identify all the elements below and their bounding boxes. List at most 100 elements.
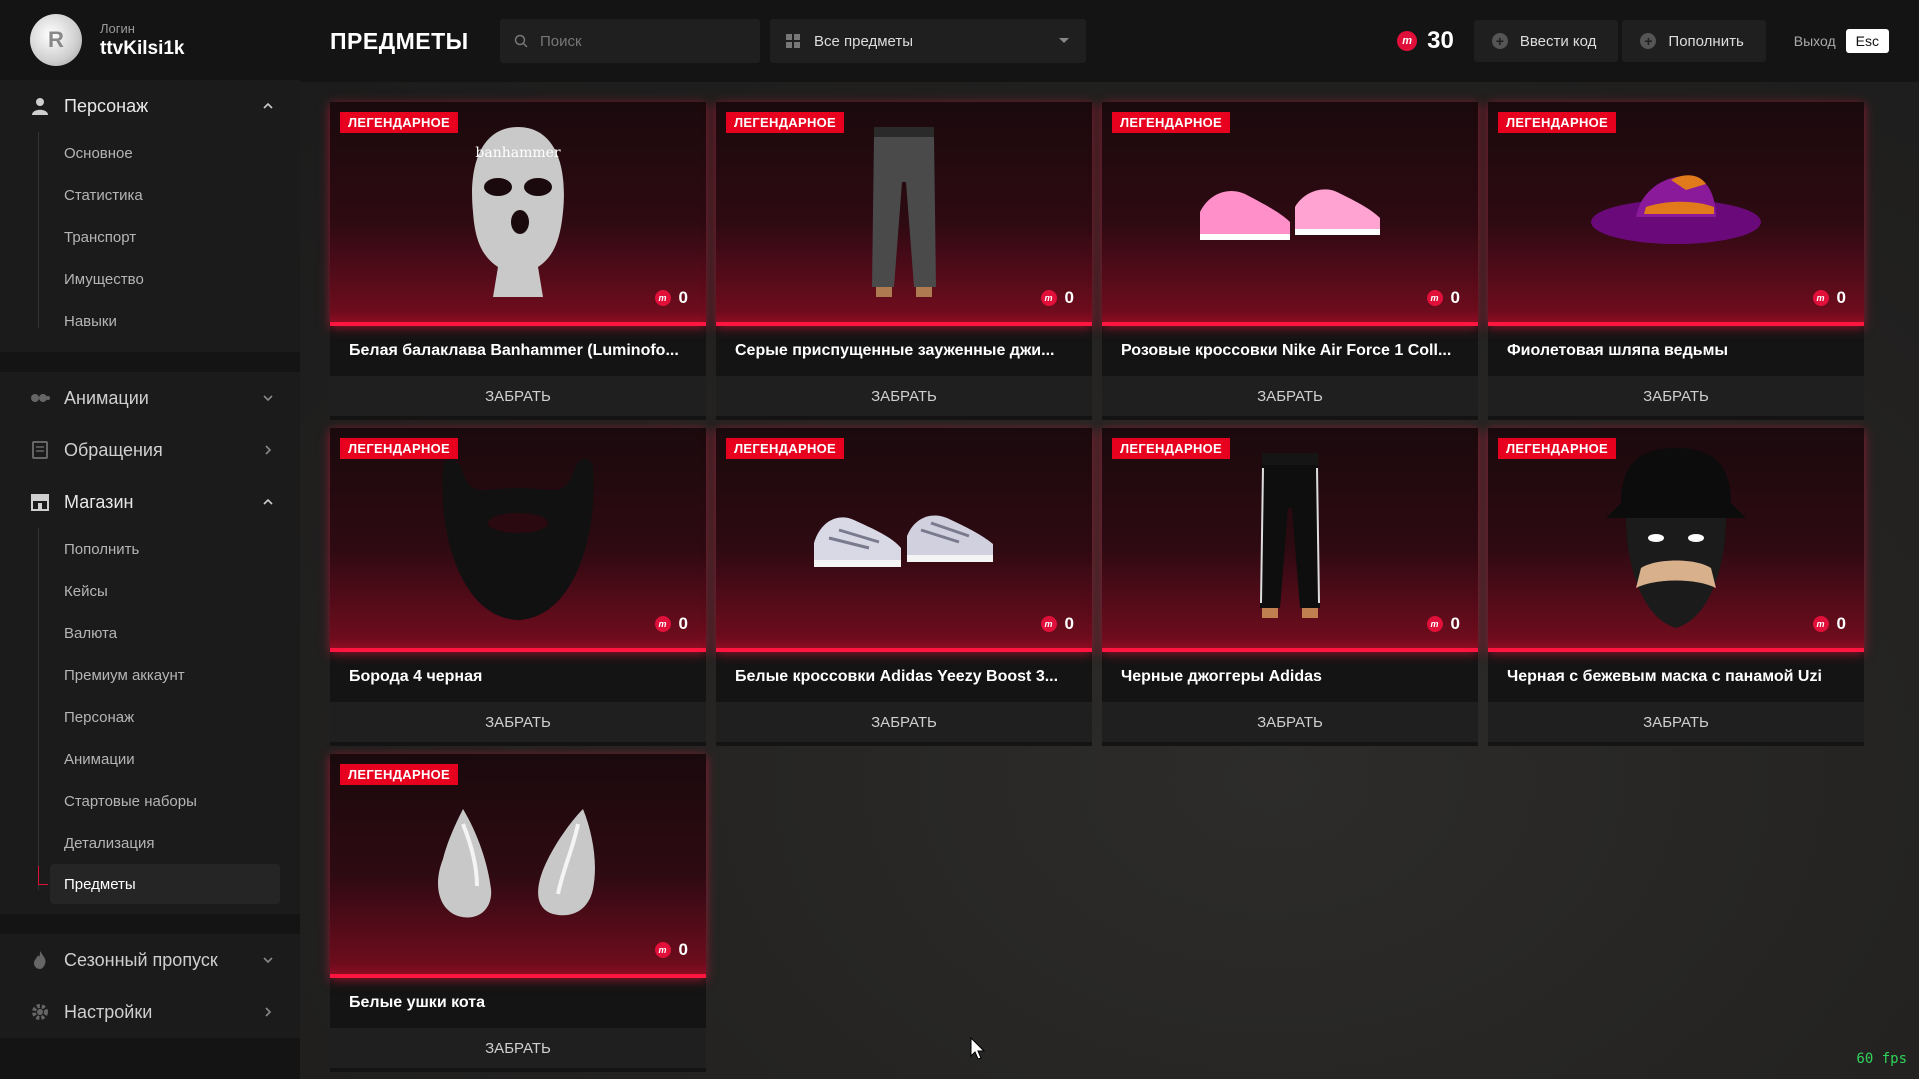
coin-icon: m [1040, 290, 1057, 306]
animation-icon [30, 388, 50, 408]
rarity-badge: ЛЕГЕНДАРНОЕ [726, 438, 845, 459]
store-icon [30, 492, 50, 512]
avatar: R [30, 14, 82, 66]
top-up-button[interactable]: + Пополнить [1622, 20, 1766, 62]
balance-value: 30 [1427, 27, 1454, 54]
item-card[interactable]: ЛЕГЕНДАРНОЕ m0 Серые приспущенные заужен… [716, 102, 1092, 420]
item-price-value: 0 [1450, 288, 1460, 307]
item-name: Борода 4 черная [349, 668, 483, 685]
item-price-value: 0 [678, 614, 688, 633]
enter-code-button[interactable]: + Ввести код [1473, 20, 1619, 62]
item-card[interactable]: ЛЕГЕНДАРНОЕ m0 Фиолетовая шляпа ведьмы З… [1488, 102, 1864, 420]
category-select[interactable]: Все предметы [770, 19, 1086, 63]
items-grid: ЛЕГЕНДАРНОЕ banhammer m0 Белая балаклава… [330, 102, 1864, 1072]
balance: m 30 [1397, 27, 1454, 55]
username: ttvKilsi1k [100, 37, 185, 59]
person-icon [30, 96, 50, 116]
mask-hat-icon [1606, 448, 1746, 628]
coin-icon: m [1040, 616, 1057, 632]
item-price: m0 [1426, 288, 1460, 308]
item-card[interactable]: ЛЕГЕНДАРНОЕ m0 Черные джоггеры Adidas ЗА… [1102, 428, 1478, 746]
sidebar-subitem-cases[interactable]: Кейсы [0, 570, 300, 612]
item-name: Черные джоггеры Adidas [1121, 668, 1322, 685]
claim-button[interactable]: ЗАБРАТЬ [1102, 702, 1478, 742]
item-price: m0 [654, 614, 688, 634]
witch-hat-icon [1591, 175, 1761, 244]
sidebar-item-season-pass[interactable]: Сезонный пропуск [0, 934, 300, 986]
item-card[interactable]: ЛЕГЕНДАРНОЕ banhammer m0 Белая балаклава… [330, 102, 706, 420]
sidebar-item-settings[interactable]: Настройки [0, 986, 300, 1038]
claim-button[interactable]: ЗАБРАТЬ [1488, 702, 1864, 742]
rarity-badge: ЛЕГЕНДАРНОЕ [340, 764, 459, 785]
claim-button[interactable]: ЗАБРАТЬ [716, 376, 1092, 416]
chevron-right-icon [265, 445, 272, 455]
search-icon [514, 34, 528, 48]
rarity-badge: ЛЕГЕНДАРНОЕ [1498, 438, 1617, 459]
sidebar-subitem-character[interactable]: Персонаж [0, 696, 300, 738]
sidebar-subitem-starter-packs[interactable]: Стартовые наборы [0, 780, 300, 822]
item-card[interactable]: ЛЕГЕНДАРНОЕ m0 Белые ушки кота ЗАБРАТЬ [330, 754, 706, 1072]
sidebar-subitem-transport[interactable]: Транспорт [0, 216, 300, 258]
sidebar-item-character[interactable]: Персонаж [0, 80, 300, 132]
chevron-down-icon [263, 395, 273, 402]
coin-icon: m [1426, 290, 1443, 306]
sidebar-item-label: Сезонный пропуск [64, 949, 218, 970]
item-card[interactable]: ЛЕГЕНДАРНОЕ m0 Черная с бежевым маска с … [1488, 428, 1864, 746]
sidebar-item-appeals[interactable]: Обращения [0, 424, 300, 476]
item-price: m0 [654, 288, 688, 308]
flame-icon [30, 950, 50, 970]
item-name: Белые ушки кота [349, 994, 485, 1011]
item-name: Белые кроссовки Adidas Yeezy Boost 3... [735, 668, 1059, 685]
claim-button[interactable]: ЗАБРАТЬ [1488, 376, 1864, 416]
rarity-badge: ЛЕГЕНДАРНОЕ [340, 112, 459, 133]
claim-button[interactable]: ЗАБРАТЬ [330, 376, 706, 416]
chevron-up-icon [263, 498, 273, 505]
item-card[interactable]: ЛЕГЕНДАРНОЕ m0 Розовые кроссовки Nike Ai… [1102, 102, 1478, 420]
document-icon [30, 440, 50, 460]
sidebar-subitem-items[interactable]: Предметы [38, 864, 280, 904]
rarity-badge: ЛЕГЕНДАРНОЕ [1112, 438, 1231, 459]
caret-down-icon [1059, 38, 1069, 43]
rarity-badge: ЛЕГЕНДАРНОЕ [1112, 112, 1231, 133]
sidebar-subitem-currency[interactable]: Валюта [0, 612, 300, 654]
coin-icon: m [654, 942, 671, 958]
coin-icon: m [1812, 616, 1829, 632]
item-price-value: 0 [678, 288, 688, 307]
sidebar-subitem-topup[interactable]: Пополнить [0, 528, 300, 570]
sidebar-item-shop[interactable]: Магазин [0, 476, 300, 528]
rarity-badge: ЛЕГЕНДАРНОЕ [340, 438, 459, 459]
sidebar-subitem-main[interactable]: Основное [0, 132, 300, 174]
sidebar-subitem-skills[interactable]: Навыки [0, 300, 300, 342]
mouse-cursor-icon [970, 1037, 986, 1060]
sidebar-item-animations[interactable]: Анимации [0, 372, 300, 424]
item-price: m0 [1040, 288, 1074, 308]
claim-button[interactable]: ЗАБРАТЬ [1102, 376, 1478, 416]
claim-button[interactable]: ЗАБРАТЬ [330, 1028, 706, 1068]
cat-ears-icon [438, 809, 595, 918]
sidebar-item-label: Магазин [64, 491, 134, 512]
claim-button[interactable]: ЗАБРАТЬ [716, 702, 1092, 742]
claim-button[interactable]: ЗАБРАТЬ [330, 702, 706, 742]
sidebar-subitem-stats[interactable]: Статистика [0, 174, 300, 216]
exit-button[interactable]: Выход Esc [1794, 29, 1889, 53]
group-misc: Анимации Обращения Магазин Пополнить Кей… [0, 372, 300, 914]
exit-label: Выход [1793, 33, 1836, 49]
sidebar-subitem-property[interactable]: Имущество [0, 258, 300, 300]
sidebar-item-label: Обращения [64, 439, 163, 460]
search-input[interactable]: Поиск [500, 19, 760, 63]
fps-counter: 60 fps [1856, 1051, 1907, 1067]
sidebar-subitem-premium[interactable]: Премиум аккаунт [0, 654, 300, 696]
sidebar-subitem-animations[interactable]: Анимации [0, 738, 300, 780]
group-bottom: Сезонный пропуск Настройки [0, 934, 300, 1038]
sidebar-subitem-details[interactable]: Детализация [0, 822, 300, 864]
item-card[interactable]: ЛЕГЕНДАРНОЕ m0 Борода 4 черная ЗАБРАТЬ [330, 428, 706, 746]
item-card[interactable]: ЛЕГЕНДАРНОЕ m0 Белые кроссовки Adidas Ye… [716, 428, 1092, 746]
item-price-value: 0 [1836, 288, 1846, 307]
chevron-right-icon [265, 1007, 272, 1017]
page-title: ПРЕДМЕТЫ [330, 27, 469, 54]
joggers-icon [1260, 453, 1320, 618]
item-price-value: 0 [678, 940, 688, 959]
coin-icon: m [654, 616, 671, 632]
item-price-value: 0 [1450, 614, 1460, 633]
coin-icon: m [1397, 31, 1418, 51]
